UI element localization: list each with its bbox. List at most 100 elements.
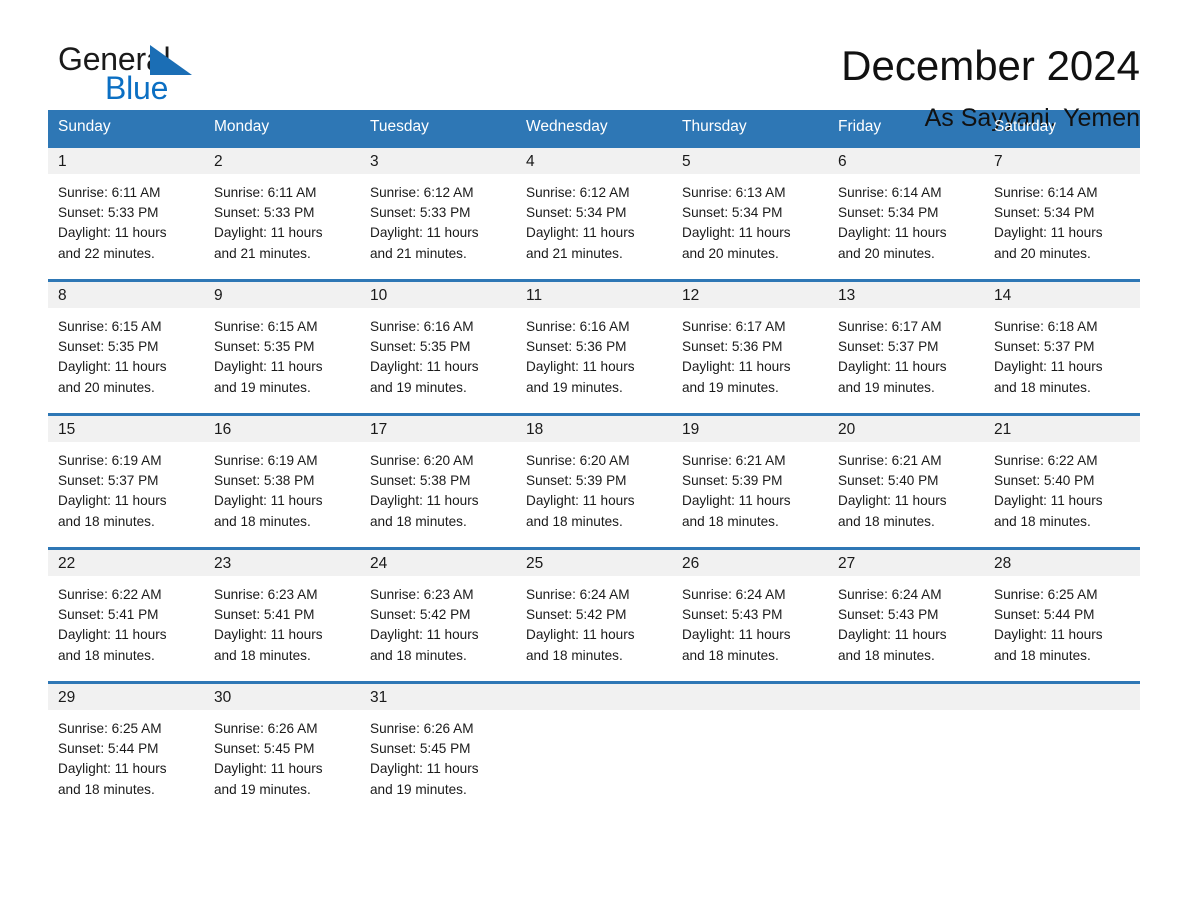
day-cell[interactable]: 28 Sunrise: 6:25 AM Sunset: 5:44 PM Dayl… bbox=[984, 547, 1140, 683]
sunset-text: Sunset: 5:36 PM bbox=[526, 339, 627, 355]
sunrise-text: Sunrise: 6:23 AM bbox=[370, 587, 474, 602]
day-cell[interactable]: 27 Sunrise: 6:24 AM Sunset: 5:43 PM Dayl… bbox=[828, 547, 984, 683]
page-title: December 2024 bbox=[841, 42, 1140, 89]
day-cell[interactable]: 21 Sunrise: 6:22 AM Sunset: 5:40 PM Dayl… bbox=[984, 413, 1140, 549]
day-number bbox=[672, 684, 828, 710]
day-cell[interactable]: 12 Sunrise: 6:17 AM Sunset: 5:36 PM Dayl… bbox=[672, 279, 828, 415]
day-details: Sunrise: 6:23 AM Sunset: 5:41 PM Dayligh… bbox=[204, 576, 360, 666]
day-cell-empty bbox=[516, 681, 672, 815]
day-details: Sunrise: 6:24 AM Sunset: 5:42 PM Dayligh… bbox=[516, 576, 672, 666]
day-cell[interactable]: 29 Sunrise: 6:25 AM Sunset: 5:44 PM Dayl… bbox=[48, 681, 204, 815]
day-details: Sunrise: 6:13 AM Sunset: 5:34 PM Dayligh… bbox=[672, 174, 828, 264]
day-cell[interactable]: 11 Sunrise: 6:16 AM Sunset: 5:36 PM Dayl… bbox=[516, 279, 672, 415]
daylight-text-line1: Daylight: 11 hours bbox=[682, 493, 791, 509]
day-number: 17 bbox=[360, 416, 516, 442]
day-number: 7 bbox=[984, 148, 1140, 174]
day-cell[interactable]: 5 Sunrise: 6:13 AM Sunset: 5:34 PM Dayli… bbox=[672, 145, 828, 281]
day-cell[interactable]: 17 Sunrise: 6:20 AM Sunset: 5:38 PM Dayl… bbox=[360, 413, 516, 549]
day-details: Sunrise: 6:19 AM Sunset: 5:37 PM Dayligh… bbox=[48, 442, 204, 532]
day-details: Sunrise: 6:11 AM Sunset: 5:33 PM Dayligh… bbox=[48, 174, 204, 264]
day-number: 21 bbox=[984, 416, 1140, 442]
sunrise-text: Sunrise: 6:11 AM bbox=[58, 185, 161, 200]
day-details: Sunrise: 6:12 AM Sunset: 5:33 PM Dayligh… bbox=[360, 174, 516, 264]
day-cell[interactable]: 8 Sunrise: 6:15 AM Sunset: 5:35 PM Dayli… bbox=[48, 279, 204, 415]
sunrise-text: Sunrise: 6:14 AM bbox=[994, 185, 1098, 200]
daylight-text-line2: and 20 minutes. bbox=[58, 379, 155, 395]
sunrise-text: Sunrise: 6:16 AM bbox=[370, 319, 474, 334]
day-cell[interactable]: 2 Sunrise: 6:11 AM Sunset: 5:33 PM Dayli… bbox=[204, 145, 360, 281]
day-number: 14 bbox=[984, 282, 1140, 308]
week-row: 1 Sunrise: 6:11 AM Sunset: 5:33 PM Dayli… bbox=[48, 145, 1140, 281]
day-details: Sunrise: 6:11 AM Sunset: 5:33 PM Dayligh… bbox=[204, 174, 360, 264]
day-cell[interactable]: 6 Sunrise: 6:14 AM Sunset: 5:34 PM Dayli… bbox=[828, 145, 984, 281]
daylight-text-line2: and 18 minutes. bbox=[58, 513, 155, 529]
calendar-body: 1 Sunrise: 6:11 AM Sunset: 5:33 PM Dayli… bbox=[48, 145, 1140, 815]
day-number: 18 bbox=[516, 416, 672, 442]
sunset-text: Sunset: 5:44 PM bbox=[994, 607, 1095, 623]
day-cell[interactable]: 24 Sunrise: 6:23 AM Sunset: 5:42 PM Dayl… bbox=[360, 547, 516, 683]
week-row: 8 Sunrise: 6:15 AM Sunset: 5:35 PM Dayli… bbox=[48, 279, 1140, 415]
daylight-text-line1: Daylight: 11 hours bbox=[526, 225, 635, 241]
daylight-text-line2: and 18 minutes. bbox=[370, 513, 467, 529]
sunset-text: Sunset: 5:41 PM bbox=[214, 607, 315, 623]
day-cell[interactable]: 26 Sunrise: 6:24 AM Sunset: 5:43 PM Dayl… bbox=[672, 547, 828, 683]
sunset-text: Sunset: 5:36 PM bbox=[682, 339, 783, 355]
day-details: Sunrise: 6:14 AM Sunset: 5:34 PM Dayligh… bbox=[828, 174, 984, 264]
day-cell[interactable]: 30 Sunrise: 6:26 AM Sunset: 5:45 PM Dayl… bbox=[204, 681, 360, 815]
day-details: Sunrise: 6:17 AM Sunset: 5:36 PM Dayligh… bbox=[672, 308, 828, 398]
day-cell[interactable]: 25 Sunrise: 6:24 AM Sunset: 5:42 PM Dayl… bbox=[516, 547, 672, 683]
sunset-text: Sunset: 5:33 PM bbox=[214, 205, 315, 221]
day-cell[interactable]: 10 Sunrise: 6:16 AM Sunset: 5:35 PM Dayl… bbox=[360, 279, 516, 415]
day-cell[interactable]: 22 Sunrise: 6:22 AM Sunset: 5:41 PM Dayl… bbox=[48, 547, 204, 683]
daylight-text-line2: and 18 minutes. bbox=[58, 781, 155, 797]
day-details: Sunrise: 6:20 AM Sunset: 5:38 PM Dayligh… bbox=[360, 442, 516, 532]
day-details: Sunrise: 6:25 AM Sunset: 5:44 PM Dayligh… bbox=[48, 710, 204, 800]
day-cell[interactable]: 3 Sunrise: 6:12 AM Sunset: 5:33 PM Dayli… bbox=[360, 145, 516, 281]
day-cell-empty bbox=[828, 681, 984, 815]
daylight-text-line2: and 18 minutes. bbox=[682, 647, 779, 663]
day-details: Sunrise: 6:16 AM Sunset: 5:36 PM Dayligh… bbox=[516, 308, 672, 398]
day-cell[interactable]: 19 Sunrise: 6:21 AM Sunset: 5:39 PM Dayl… bbox=[672, 413, 828, 549]
sunrise-text: Sunrise: 6:17 AM bbox=[838, 319, 942, 334]
sunset-text: Sunset: 5:45 PM bbox=[214, 741, 315, 757]
daylight-text-line1: Daylight: 11 hours bbox=[214, 493, 323, 509]
daylight-text-line1: Daylight: 11 hours bbox=[682, 627, 791, 643]
day-cell[interactable]: 13 Sunrise: 6:17 AM Sunset: 5:37 PM Dayl… bbox=[828, 279, 984, 415]
daylight-text-line2: and 19 minutes. bbox=[214, 781, 311, 797]
daylight-text-line1: Daylight: 11 hours bbox=[370, 225, 479, 241]
day-cell[interactable]: 7 Sunrise: 6:14 AM Sunset: 5:34 PM Dayli… bbox=[984, 145, 1140, 281]
day-number: 20 bbox=[828, 416, 984, 442]
sunrise-text: Sunrise: 6:19 AM bbox=[58, 453, 162, 468]
day-cell[interactable]: 15 Sunrise: 6:19 AM Sunset: 5:37 PM Dayl… bbox=[48, 413, 204, 549]
day-cell[interactable]: 4 Sunrise: 6:12 AM Sunset: 5:34 PM Dayli… bbox=[516, 145, 672, 281]
day-cell[interactable]: 20 Sunrise: 6:21 AM Sunset: 5:40 PM Dayl… bbox=[828, 413, 984, 549]
day-cell[interactable]: 1 Sunrise: 6:11 AM Sunset: 5:33 PM Dayli… bbox=[48, 145, 204, 281]
sunrise-text: Sunrise: 6:26 AM bbox=[370, 721, 474, 736]
day-details: Sunrise: 6:12 AM Sunset: 5:34 PM Dayligh… bbox=[516, 174, 672, 264]
daylight-text-line1: Daylight: 11 hours bbox=[58, 225, 167, 241]
day-cell[interactable]: 18 Sunrise: 6:20 AM Sunset: 5:39 PM Dayl… bbox=[516, 413, 672, 549]
daylight-text-line2: and 19 minutes. bbox=[682, 379, 779, 395]
daylight-text-line2: and 19 minutes. bbox=[526, 379, 623, 395]
day-number: 6 bbox=[828, 148, 984, 174]
day-number: 31 bbox=[360, 684, 516, 710]
day-cell[interactable]: 14 Sunrise: 6:18 AM Sunset: 5:37 PM Dayl… bbox=[984, 279, 1140, 415]
day-number: 27 bbox=[828, 550, 984, 576]
sunset-text: Sunset: 5:39 PM bbox=[682, 473, 783, 489]
day-details: Sunrise: 6:26 AM Sunset: 5:45 PM Dayligh… bbox=[204, 710, 360, 800]
sunset-text: Sunset: 5:38 PM bbox=[370, 473, 471, 489]
daylight-text-line2: and 18 minutes. bbox=[994, 513, 1091, 529]
sunrise-text: Sunrise: 6:19 AM bbox=[214, 453, 318, 468]
day-cell[interactable]: 16 Sunrise: 6:19 AM Sunset: 5:38 PM Dayl… bbox=[204, 413, 360, 549]
day-cell[interactable]: 31 Sunrise: 6:26 AM Sunset: 5:45 PM Dayl… bbox=[360, 681, 516, 815]
daylight-text-line2: and 18 minutes. bbox=[838, 647, 935, 663]
day-number: 25 bbox=[516, 550, 672, 576]
sunset-text: Sunset: 5:35 PM bbox=[214, 339, 315, 355]
daylight-text-line2: and 20 minutes. bbox=[682, 245, 779, 261]
day-details bbox=[672, 710, 828, 719]
day-cell[interactable]: 9 Sunrise: 6:15 AM Sunset: 5:35 PM Dayli… bbox=[204, 279, 360, 415]
day-number: 15 bbox=[48, 416, 204, 442]
daylight-text-line2: and 18 minutes. bbox=[214, 647, 311, 663]
day-cell[interactable]: 23 Sunrise: 6:23 AM Sunset: 5:41 PM Dayl… bbox=[204, 547, 360, 683]
day-cell-empty bbox=[672, 681, 828, 815]
